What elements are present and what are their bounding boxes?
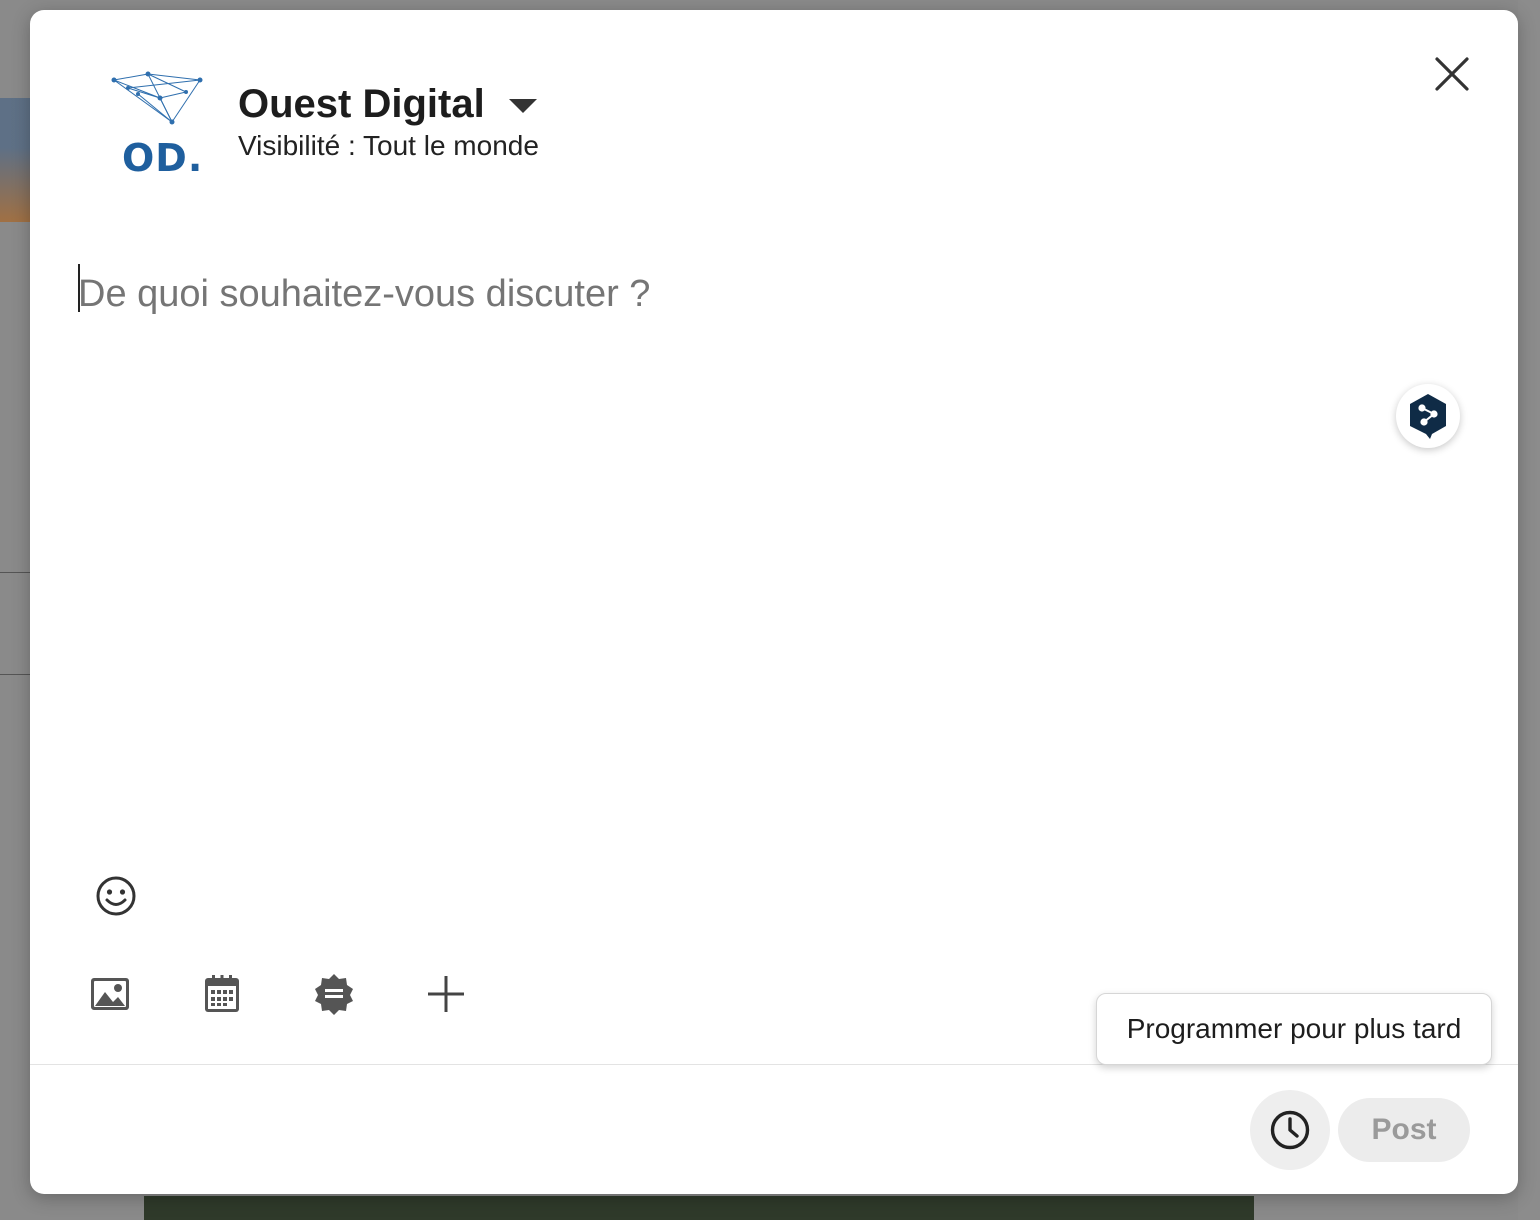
background-right-column (1518, 0, 1540, 1220)
close-icon (1435, 57, 1469, 91)
company-selector-button[interactable]: Ouest Digital (238, 78, 537, 130)
visibility-setting[interactable]: Visibilité : Tout le monde (238, 130, 539, 162)
badge-icon (315, 974, 353, 1015)
background-strip (144, 1196, 1254, 1220)
close-button[interactable] (1422, 44, 1482, 104)
emoji-icon (96, 876, 136, 916)
deepl-button[interactable] (1396, 384, 1460, 448)
post-button[interactable]: Post (1338, 1098, 1470, 1162)
calendar-icon (205, 975, 239, 1012)
schedule-tooltip: Programmer pour plus tard (1096, 993, 1492, 1065)
background-divider (0, 674, 30, 675)
celebrate-occasion-button[interactable] (310, 970, 358, 1018)
add-media-button[interactable] (86, 970, 134, 1018)
company-name: Ouest Digital (238, 81, 485, 126)
caret-down-icon (508, 99, 537, 113)
emoji-button[interactable] (92, 872, 140, 920)
more-options-button[interactable] (422, 970, 470, 1018)
deepl-icon (1410, 394, 1446, 439)
logo-text: OD. (122, 136, 204, 180)
post-text-editor[interactable] (78, 264, 1378, 324)
image-icon (91, 978, 129, 1010)
create-event-button[interactable] (198, 970, 246, 1018)
background-card (0, 98, 30, 222)
background-divider (0, 572, 30, 573)
network-logo-icon (111, 71, 203, 125)
schedule-post-button[interactable] (1250, 1090, 1330, 1170)
plus-icon (428, 976, 464, 1012)
company-logo: OD. (108, 68, 212, 188)
create-post-modal: OD. Ouest Digital Visibilité : Tout le m… (30, 10, 1518, 1194)
modal-header: OD. Ouest Digital Visibilité : Tout le m… (30, 10, 1518, 210)
clock-icon (1270, 1110, 1310, 1150)
post-tools-bar (86, 970, 470, 1018)
